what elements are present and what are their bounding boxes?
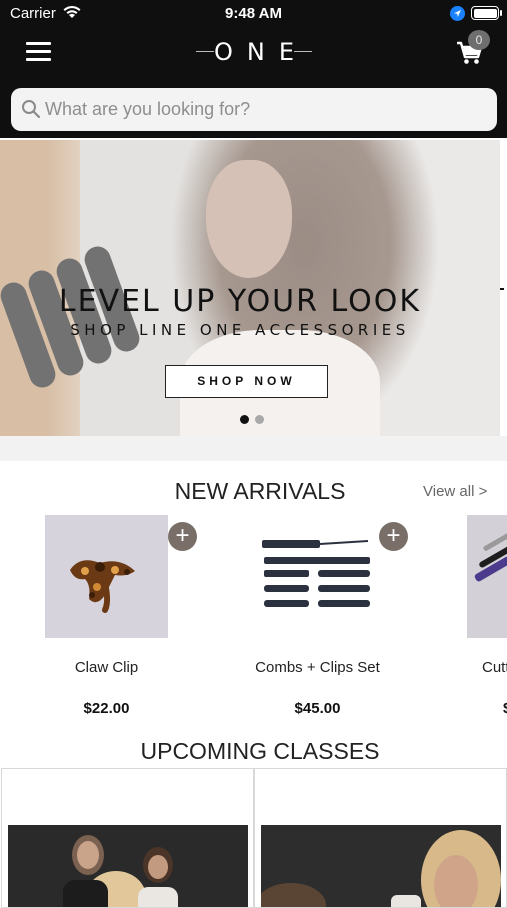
product-card[interactable]: + Claw Clip $22.00 xyxy=(45,515,215,725)
status-bar: Carrier 9:48 AM xyxy=(0,0,507,28)
brand-logo[interactable]: ONE xyxy=(196,36,312,68)
product-card[interactable]: + Combs + Clips Set $45.00 xyxy=(255,515,426,725)
product-name: Claw Clip xyxy=(74,659,139,676)
search-bar xyxy=(11,88,497,131)
cart-count-badge: 0 xyxy=(468,30,490,50)
hamburger-menu-icon[interactable] xyxy=(26,42,51,62)
cutting-tool-image xyxy=(467,515,507,638)
class-photo xyxy=(8,825,248,907)
section-divider xyxy=(0,436,507,461)
class-card[interactable] xyxy=(1,768,254,908)
class-photo xyxy=(261,825,501,907)
next-slide-peek xyxy=(500,140,507,436)
battery-tip xyxy=(500,10,502,16)
carousel-dot-active[interactable] xyxy=(240,415,249,424)
battery-icon xyxy=(471,6,499,20)
product-price: $ xyxy=(503,700,507,717)
product-price: $45.00 xyxy=(294,700,341,717)
search-icon xyxy=(21,99,41,124)
status-time: 9:48 AM xyxy=(225,5,282,22)
location-icon xyxy=(450,6,465,21)
search-input[interactable] xyxy=(45,88,485,131)
carousel-dot[interactable] xyxy=(255,415,264,424)
nav-bar: ONE 0 xyxy=(0,28,507,80)
hero-headline: LEVEL UP YOUR LOOK xyxy=(58,284,422,319)
claw-clip-image xyxy=(45,515,168,638)
product-name: Combs + Clips Set xyxy=(255,659,380,676)
class-card[interactable] xyxy=(254,768,507,908)
search-bar-container xyxy=(0,80,507,138)
upcoming-classes-title: UPCOMING CLASSES xyxy=(140,738,380,764)
logo-text: ONE xyxy=(213,38,308,66)
hero-banner[interactable]: LEVEL UP YOUR LOOK SHOP LINE ONE ACCESSO… xyxy=(0,140,500,436)
product-card[interactable]: Cutt $ xyxy=(467,515,507,725)
product-name: Cutt xyxy=(482,659,507,676)
product-price: $22.00 xyxy=(83,700,130,717)
combs-clips-image xyxy=(256,515,379,638)
add-to-cart-button[interactable]: + xyxy=(168,522,197,551)
hero-subline: SHOP LINE ONE ACCESSORIES xyxy=(70,321,410,339)
shop-now-button[interactable]: SHOP NOW xyxy=(165,365,328,398)
view-all-link[interactable]: View all > xyxy=(423,483,487,500)
add-to-cart-button[interactable]: + xyxy=(379,522,408,551)
